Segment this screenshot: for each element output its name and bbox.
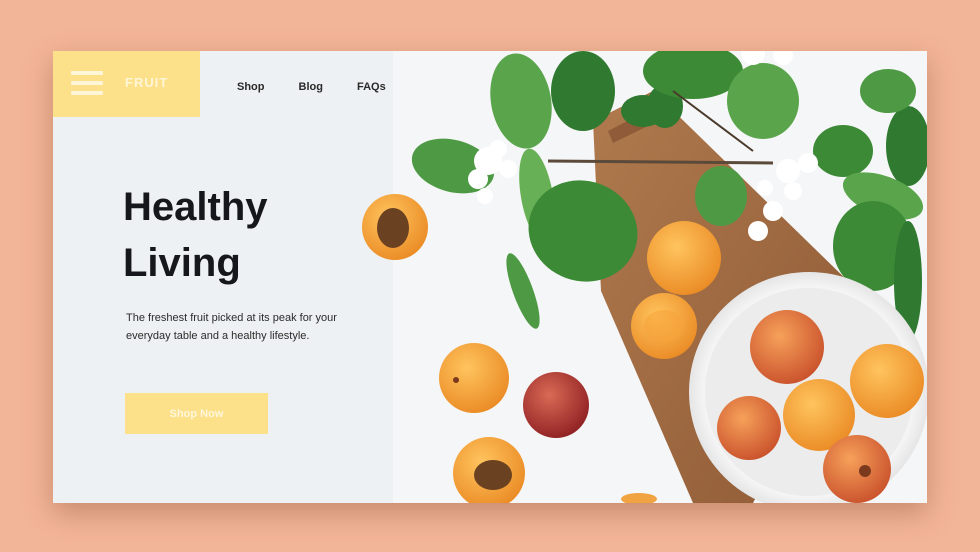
browser-window: FRUIT Shop Blog FAQs Healthy Living The … xyxy=(53,51,927,503)
hero-description: The freshest fruit picked at its peak fo… xyxy=(126,312,337,342)
nav-item-shop[interactable]: Shop xyxy=(237,81,265,93)
page-title: Healthy Living xyxy=(123,179,268,291)
top-nav: Shop Blog FAQs xyxy=(237,81,386,93)
title-line-2: Living xyxy=(123,241,241,285)
cta-button[interactable]: Shop Now xyxy=(125,393,268,434)
brand-logo[interactable]: FRUIT xyxy=(125,75,168,90)
nav-item-faqs[interactable]: FAQs xyxy=(357,81,386,93)
hamburger-menu-icon[interactable] xyxy=(71,71,103,97)
nav-item-blog[interactable]: Blog xyxy=(299,81,323,93)
title-line-1: Healthy xyxy=(123,185,268,229)
fruit-bowl xyxy=(689,272,927,503)
menu-panel: FRUIT xyxy=(53,51,200,117)
